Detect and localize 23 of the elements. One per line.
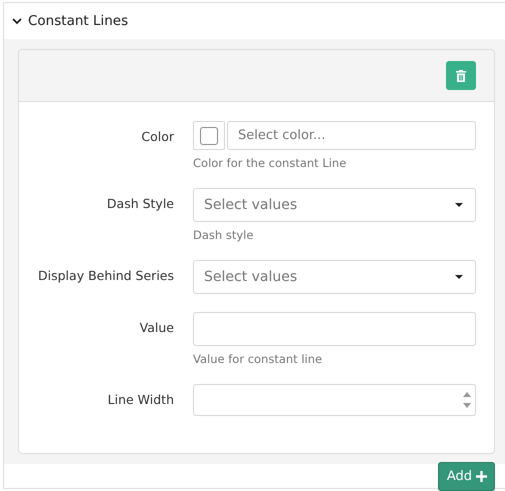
section-header[interactable]: Constant Lines (4, 3, 505, 39)
help-text: Dash style (193, 228, 254, 242)
field-label: Value (140, 319, 174, 335)
caret-icon (455, 275, 463, 279)
spin-down-icon[interactable] (463, 403, 471, 408)
add-button[interactable]: Add (438, 462, 495, 491)
caret-icon (455, 203, 463, 207)
trash-icon (456, 70, 466, 82)
select-field[interactable]: Select values (193, 260, 476, 294)
spin-up-icon[interactable] (463, 392, 471, 397)
field-label: Dash Style (106, 195, 174, 211)
help-text: Value for constant line (193, 352, 324, 366)
input-field[interactable] (193, 312, 476, 346)
delete-button[interactable] (446, 61, 476, 90)
color-input[interactable]: Select color... (227, 121, 476, 150)
help-text: Color for the constant Line (193, 156, 348, 170)
number-field[interactable] (193, 384, 476, 416)
field-label: Display Behind Series (38, 267, 174, 283)
field-label: Color (141, 128, 174, 144)
select-field[interactable]: Select values (193, 188, 476, 222)
color-swatch[interactable] (193, 121, 225, 150)
plus-icon (476, 471, 487, 482)
field-label: Line Width (108, 391, 174, 407)
